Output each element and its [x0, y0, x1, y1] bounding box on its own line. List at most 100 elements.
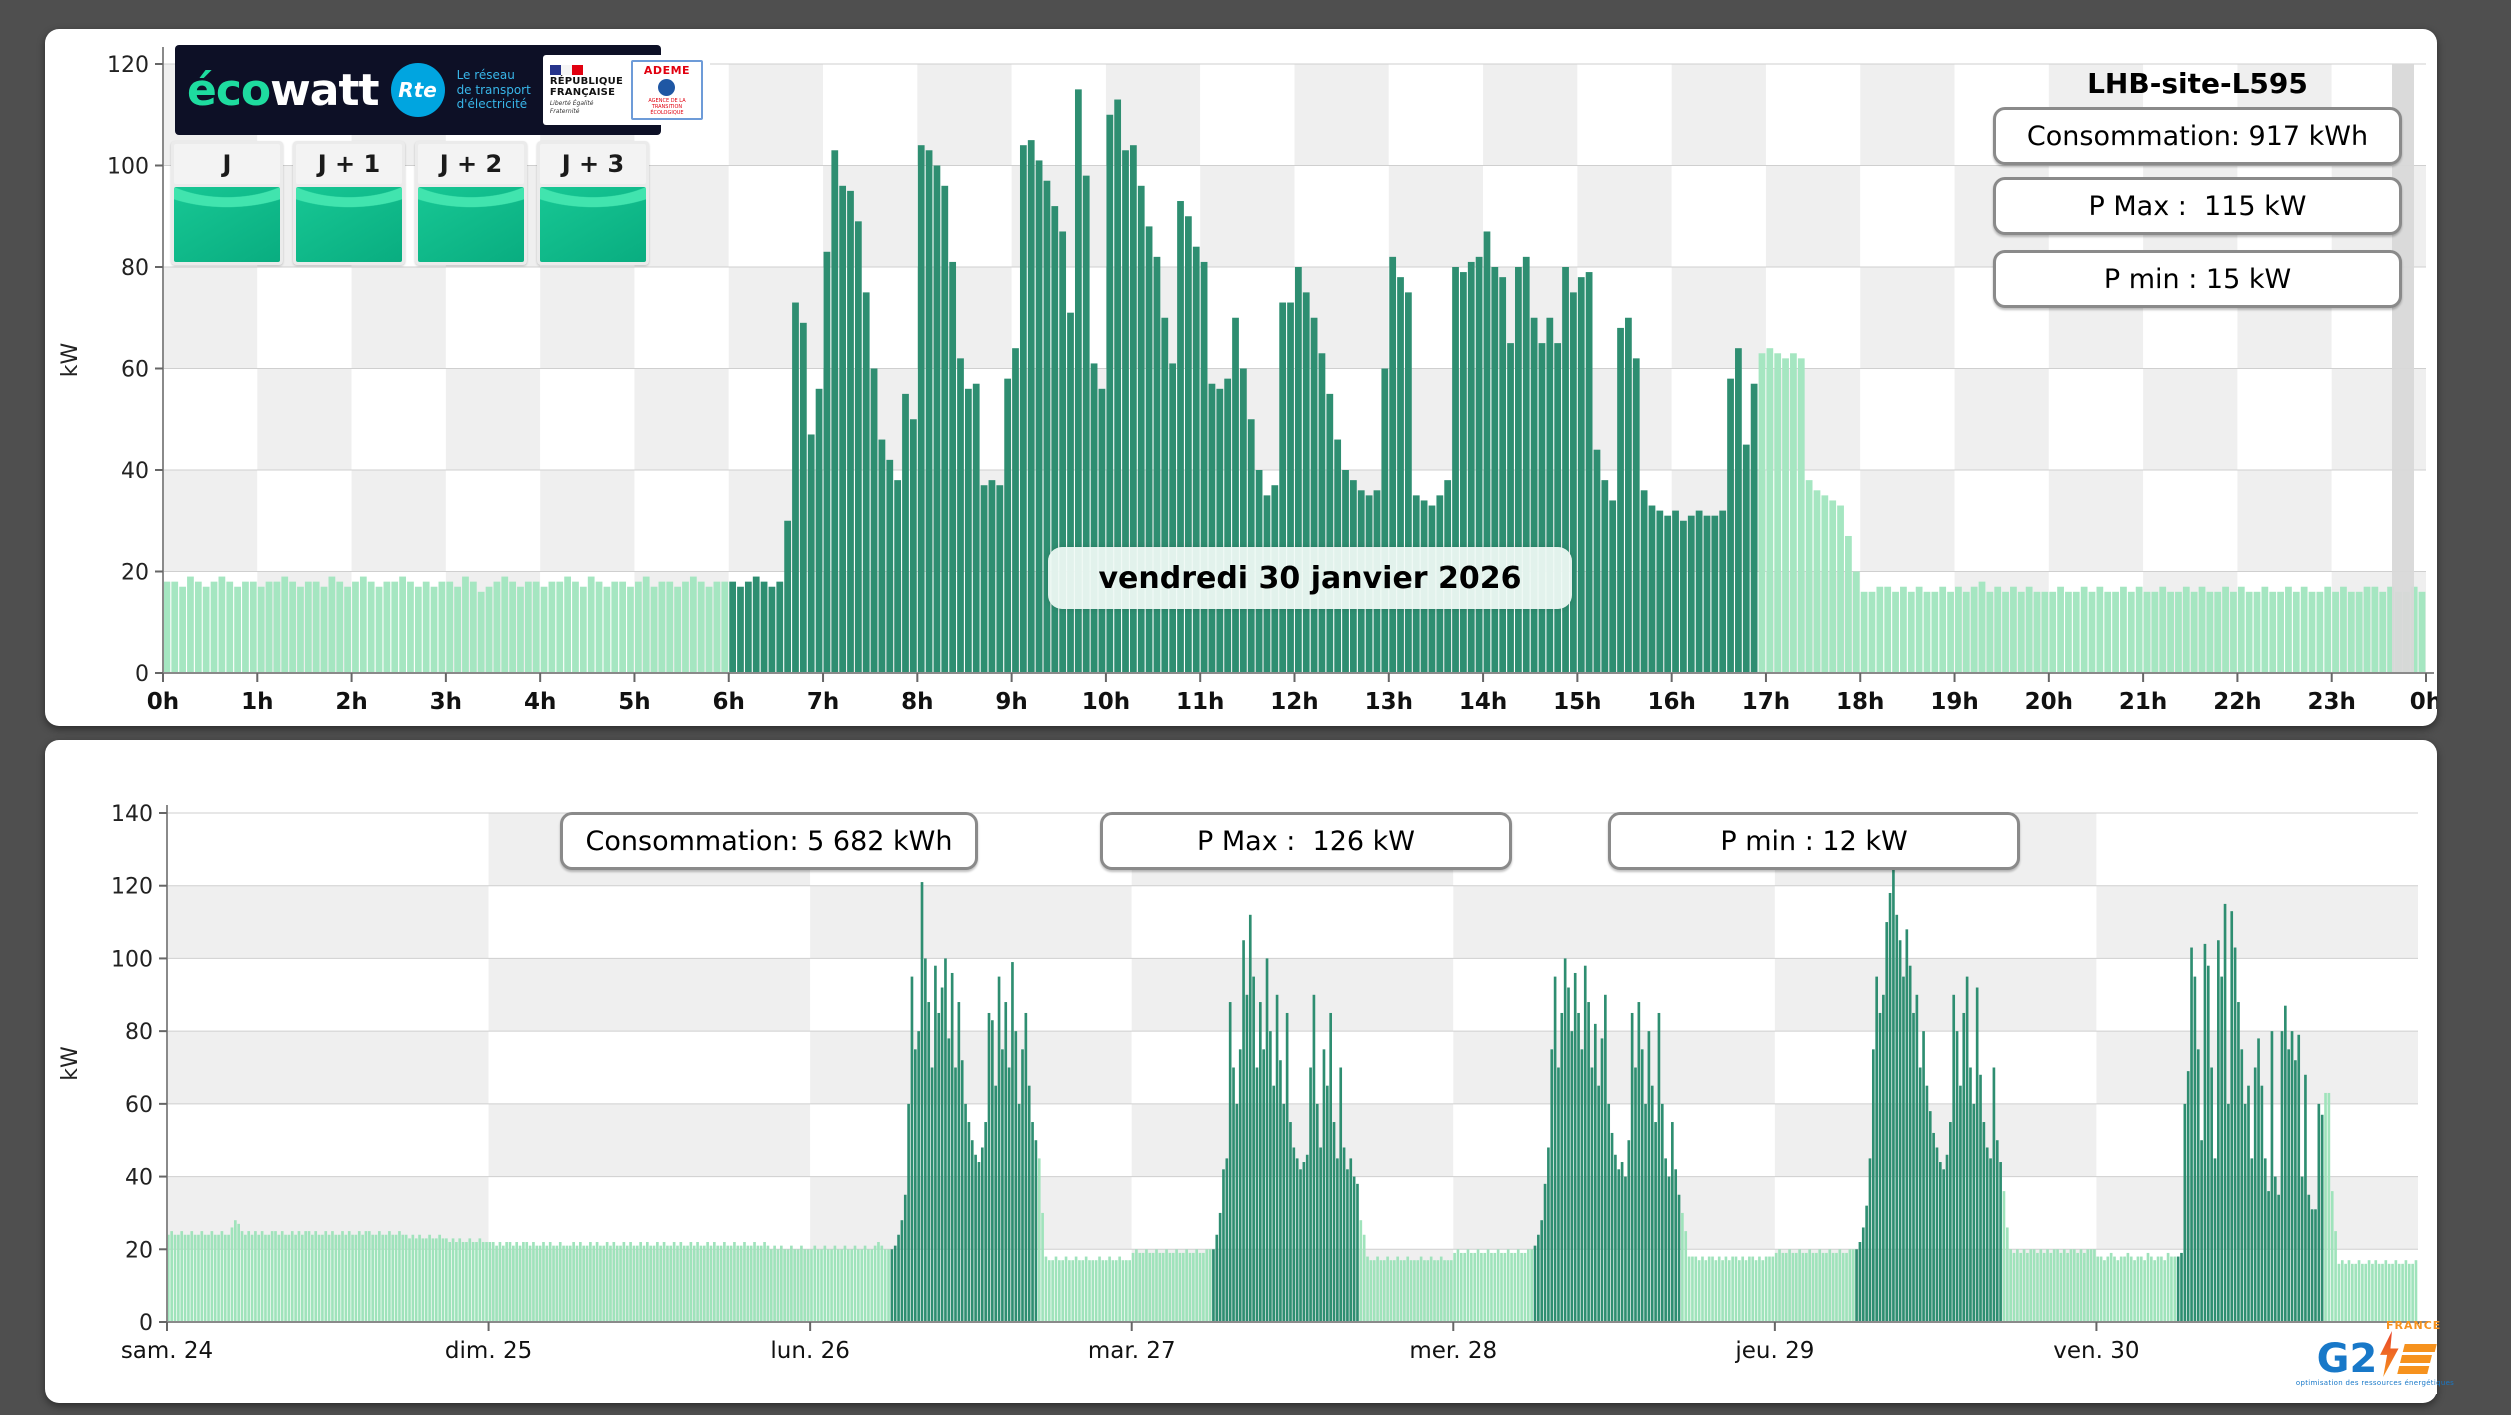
consumption-bar	[327, 1234, 331, 1322]
consumption-bar	[1782, 358, 1789, 673]
consumption-bar	[627, 586, 634, 673]
consumption-bar	[532, 581, 540, 673]
consumption-bar	[721, 581, 729, 673]
consumption-bar	[552, 1245, 555, 1322]
consumption-bar	[1452, 267, 1459, 673]
consumption-bar	[744, 581, 752, 673]
consumption-bar	[1208, 383, 1216, 673]
grid-cell	[167, 813, 489, 886]
grid-cell	[445, 470, 541, 572]
consumption-bar	[1031, 1122, 1034, 1322]
consumption-bar	[1714, 1260, 1718, 1322]
consumption-bar	[1356, 1183, 1359, 1322]
consumption-bar	[1218, 1212, 1222, 1322]
french-flag-icon	[549, 65, 583, 76]
grid-cell	[167, 1103, 489, 1177]
x-tick-label: 11h	[1176, 689, 1224, 715]
forecast-tile-j3[interactable]: J + 3	[537, 141, 649, 265]
consumption-bar	[1336, 1158, 1339, 1322]
consumption-bar	[501, 576, 509, 673]
consumption-bar	[210, 581, 218, 673]
x-tick-label: 18h	[1836, 689, 1884, 715]
consumption-bar	[203, 1234, 207, 1322]
consumption-bar	[398, 1231, 401, 1322]
consumption-bar	[1148, 1252, 1152, 1322]
consumption-bar	[2049, 591, 2057, 673]
consumption-bar	[823, 251, 831, 673]
consumption-bar	[2284, 1005, 2287, 1322]
consumption-bar	[254, 1231, 257, 1322]
forecast-tile-j2[interactable]: J + 2	[415, 141, 527, 265]
consumption-bar	[2285, 586, 2292, 673]
consumption-bar	[1727, 1260, 1731, 1322]
grid-cell	[1483, 64, 1578, 166]
consumption-bar	[344, 586, 351, 673]
consumption-bar	[1326, 393, 1334, 673]
consumption-bar	[2156, 1256, 2160, 1322]
consumption-bar	[2005, 1227, 2009, 1322]
consumption-bar	[766, 1245, 770, 1322]
grid-cell	[1294, 64, 1389, 166]
consumption-bar	[1865, 1205, 1868, 1322]
consumption-bar	[441, 1238, 445, 1322]
consumption-bar	[925, 150, 933, 673]
consumption-bar	[853, 1245, 857, 1322]
consumption-bar	[572, 581, 579, 673]
grid-cell	[1954, 368, 2049, 470]
consumption-bar	[1302, 1162, 1306, 1322]
x-tick-label: 8h	[901, 689, 933, 715]
consumption-bar	[1024, 1012, 1028, 1322]
grid-cell	[540, 267, 635, 369]
consumption-bar	[1892, 591, 1899, 673]
consumption-bar	[535, 1245, 539, 1322]
consumption-bar	[1068, 1260, 1071, 1322]
consumption-bar	[1035, 160, 1043, 674]
consumption-bar	[388, 1231, 391, 1322]
consumption-bar	[595, 581, 603, 673]
grid-cell	[1483, 165, 1578, 267]
g2e-france-logo[interactable]: G2 FRANCE optimisation des ressources én…	[2296, 1319, 2454, 1394]
consumption-bar	[706, 1242, 709, 1322]
consumption-bar	[1007, 1067, 1011, 1322]
consumption-bar	[893, 1245, 897, 1322]
consumption-bar	[1931, 591, 1939, 673]
consumption-bar	[509, 581, 516, 673]
consumption-bar	[461, 1242, 465, 1322]
consumption-bar	[682, 581, 689, 673]
consumption-bar	[1530, 317, 1538, 673]
consumption-bar	[1711, 515, 1719, 673]
consumption-bar	[1101, 1260, 1105, 1322]
consumption-bar	[428, 1234, 431, 1322]
consumption-bar	[1805, 1252, 1808, 1322]
consumption-bar	[1004, 378, 1012, 673]
consumption-bar	[729, 581, 737, 673]
consumption-bar	[267, 1234, 271, 1322]
consumption-bar	[1975, 987, 1979, 1322]
consumption-bar	[2367, 1260, 2371, 1322]
consumption-bar	[2076, 1252, 2079, 1322]
consumption-bar	[418, 1234, 421, 1322]
consumption-bar	[2245, 591, 2253, 673]
consumption-bar	[1965, 976, 1969, 1322]
ecowatt-green-status-icon	[540, 187, 646, 262]
consumption-bar	[2414, 1260, 2418, 1322]
grid-cell	[1774, 958, 2097, 1032]
consumption-bar	[1922, 1031, 1925, 1322]
consumption-bar	[833, 1245, 837, 1322]
consumption-bar	[1801, 1252, 1805, 1322]
consumption-bar	[1617, 1169, 1621, 1322]
consumption-bar	[997, 976, 1001, 1322]
g2e-logo-text: G2	[2316, 1336, 2378, 1382]
ecowatt-banner[interactable]: écowatt Rte Le réseau de transport d'éle…	[175, 45, 710, 135]
forecast-tile-j[interactable]: J	[171, 141, 283, 265]
consumption-bar	[2180, 1252, 2183, 1322]
forecast-tile-j1[interactable]: J + 1	[293, 141, 405, 265]
consumption-bar	[1405, 292, 1412, 673]
consumption-bar	[768, 586, 776, 673]
consumption-bar	[1436, 1260, 1440, 1322]
consumption-bar	[696, 1242, 699, 1322]
consumption-bar	[984, 1122, 987, 1322]
consumption-bar	[468, 1238, 472, 1322]
consumption-bar	[351, 1234, 354, 1322]
consumption-bar	[1366, 1256, 1369, 1322]
